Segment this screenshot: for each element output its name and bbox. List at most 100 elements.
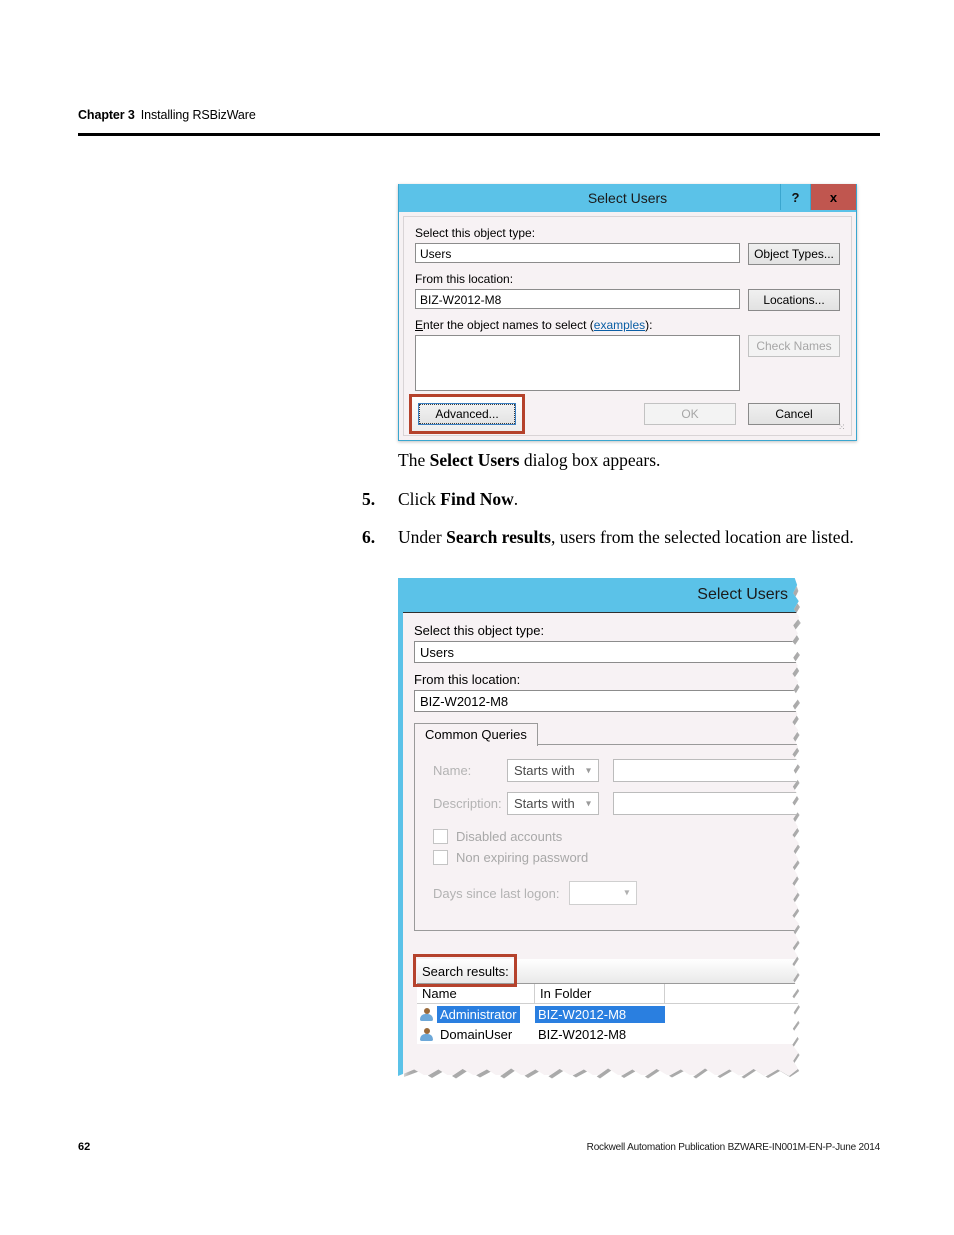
object-names-input[interactable] xyxy=(415,335,740,391)
row-name-text: Administrator xyxy=(437,1005,520,1023)
user-icon xyxy=(419,1027,434,1042)
intro-bold: Select Users xyxy=(429,450,520,470)
dialog1-body: Select this object type: Users Object Ty… xyxy=(403,216,852,436)
object-names-label-text: nter the object names to select ( xyxy=(423,318,594,332)
query-row-name: Name: Starts with ▾ xyxy=(433,759,800,782)
publication-footer: Rockwell Automation Publication BZWARE-I… xyxy=(586,1142,881,1153)
close-icon[interactable]: x xyxy=(810,184,856,210)
column-header-in-folder[interactable]: In Folder xyxy=(535,984,665,1003)
non-expiring-password-label: Non expiring password xyxy=(456,850,589,865)
tabstrip: Common Queries xyxy=(414,721,800,746)
search-results-annotation xyxy=(413,954,517,987)
page-header: Chapter 3 Installing RSBizWare xyxy=(78,108,880,122)
location-label: From this location: xyxy=(414,672,521,687)
name-label: Name: xyxy=(433,763,472,778)
chevron-down-icon: ▾ xyxy=(624,887,630,899)
object-names-label-tail: ): xyxy=(645,318,653,332)
days-since-last-logon-row: Days since last logon: ▾ xyxy=(433,881,800,905)
chapter-title: Installing RSBizWare xyxy=(140,108,256,122)
location-input[interactable]: BIZ-W2012-M8 xyxy=(415,289,740,309)
step-bold: Find Now xyxy=(440,489,514,510)
user-icon xyxy=(419,1007,434,1022)
list-item: 6. Under Search results, users from the … xyxy=(362,525,862,550)
cancel-button[interactable]: Cancel xyxy=(748,403,840,425)
query-row-description: Description: Starts with ▾ xyxy=(433,792,800,815)
tab-common-queries[interactable]: Common Queries xyxy=(414,723,538,746)
check-names-button[interactable]: Check Names xyxy=(748,335,840,357)
object-names-row: Check Names xyxy=(415,335,840,391)
step-post: . xyxy=(513,489,519,510)
description-label: Description: xyxy=(433,796,502,811)
step-text: Click Find Now. xyxy=(398,487,862,512)
description-operator-select[interactable]: Starts with ▾ xyxy=(507,792,599,815)
days-since-last-logon-select[interactable]: ▾ xyxy=(569,881,638,905)
days-since-last-logon-label: Days since last logon: xyxy=(433,885,560,901)
dialog1-titlebar: Select Users ? x xyxy=(399,184,856,212)
step-number: 5. xyxy=(362,489,376,510)
examples-link[interactable]: examples xyxy=(594,318,645,332)
body-copy: The Select Users dialog box appears. 5. … xyxy=(362,448,862,562)
location-label: From this location: xyxy=(415,272,514,286)
tabstrip-filler xyxy=(537,743,800,745)
step-pre: Click xyxy=(398,489,441,510)
common-queries-tab-control: Common Queries Name: Starts with ▾ Descr… xyxy=(414,721,800,931)
row-name-text: DomainUser xyxy=(440,1026,513,1042)
object-names-label: Enter the object names to select (exampl… xyxy=(415,318,840,332)
advanced-button-annotation: Advanced... xyxy=(409,394,525,434)
disabled-accounts-checkbox[interactable] xyxy=(433,829,448,844)
object-type-input[interactable]: Users xyxy=(415,243,740,263)
intro-paragraph: The Select Users dialog box appears. xyxy=(398,448,862,473)
ok-button[interactable]: OK xyxy=(644,403,736,425)
object-names-accel: E xyxy=(415,318,424,332)
header-divider xyxy=(78,133,880,136)
cell-name: DomainUser xyxy=(417,1026,535,1043)
locations-button[interactable]: Locations... xyxy=(748,289,840,311)
resize-grip-icon[interactable]: ⁙ xyxy=(838,423,848,433)
object-type-label: Select this object type: xyxy=(414,623,545,638)
dialog1-titlebar-buttons: ? x xyxy=(780,184,856,212)
help-icon[interactable]: ? xyxy=(780,184,810,210)
non-expiring-password-checkbox[interactable] xyxy=(433,850,448,865)
intro-post: dialog box appears. xyxy=(519,450,661,470)
checkbox-row-non-expiring-password[interactable]: Non expiring password xyxy=(433,850,800,865)
cell-name: Administrator xyxy=(417,1005,535,1023)
advanced-button[interactable]: Advanced... xyxy=(418,403,516,425)
description-operator-value: Starts with xyxy=(514,796,575,811)
cell-in-folder: BIZ-W2012-M8 xyxy=(538,1026,627,1042)
name-input[interactable] xyxy=(613,759,800,782)
table-row[interactable]: DomainUser BIZ-W2012-M8 xyxy=(417,1024,800,1044)
page-number: 62 xyxy=(78,1141,91,1153)
chevron-down-icon: ▾ xyxy=(585,765,591,776)
dialog2-titlebar: Select Users xyxy=(403,578,800,613)
chapter-label: Chapter 3 xyxy=(78,108,135,122)
cell-in-folder: BIZ-W2012-M8 xyxy=(535,1005,665,1023)
list-item: 5. Click Find Now. xyxy=(362,487,862,512)
select-users-dialog-basic[interactable]: Select Users ? x Select this object type… xyxy=(398,184,857,441)
step-post: , users from the selected location are l… xyxy=(550,526,854,547)
select-users-dialog-advanced[interactable]: Select Users Select this object type: Us… xyxy=(398,578,800,1077)
common-queries-panel: Name: Starts with ▾ Description: Starts … xyxy=(414,745,800,931)
name-operator-select[interactable]: Starts with ▾ xyxy=(507,759,599,782)
object-type-input[interactable]: Users xyxy=(414,641,800,663)
step-pre: Under xyxy=(398,526,447,547)
object-types-button[interactable]: Object Types... xyxy=(748,243,840,265)
column-header-extra[interactable] xyxy=(665,984,800,1003)
name-operator-value: Starts with xyxy=(514,763,575,778)
intro-pre: The xyxy=(398,450,430,470)
step-text: Under Search results, users from the sel… xyxy=(398,525,862,550)
chevron-down-icon: ▾ xyxy=(585,798,591,809)
table-row[interactable]: Administrator BIZ-W2012-M8 xyxy=(417,1004,800,1024)
object-type-row: Users Object Types... xyxy=(415,243,840,265)
dialog2-body: Select this object type: Users From this… xyxy=(403,613,800,1075)
dialog2-title: Select Users xyxy=(697,586,788,603)
advanced-button-label: Advanced... xyxy=(419,404,515,424)
location-row: BIZ-W2012-M8 Locations... xyxy=(415,289,840,311)
checkbox-row-disabled-accounts[interactable]: Disabled accounts xyxy=(433,829,800,844)
location-input[interactable]: BIZ-W2012-M8 xyxy=(414,690,800,712)
search-results-section: Search results: Name In Folder Administr… xyxy=(403,954,800,1044)
search-results-table[interactable]: Name In Folder Administrator BIZ-W2012-M… xyxy=(417,983,800,1044)
dialog1-button-row: Advanced... OK Cancel xyxy=(409,394,840,434)
table-header-row: Name In Folder xyxy=(417,984,800,1004)
description-input[interactable] xyxy=(613,792,800,815)
disabled-accounts-label: Disabled accounts xyxy=(456,829,563,844)
